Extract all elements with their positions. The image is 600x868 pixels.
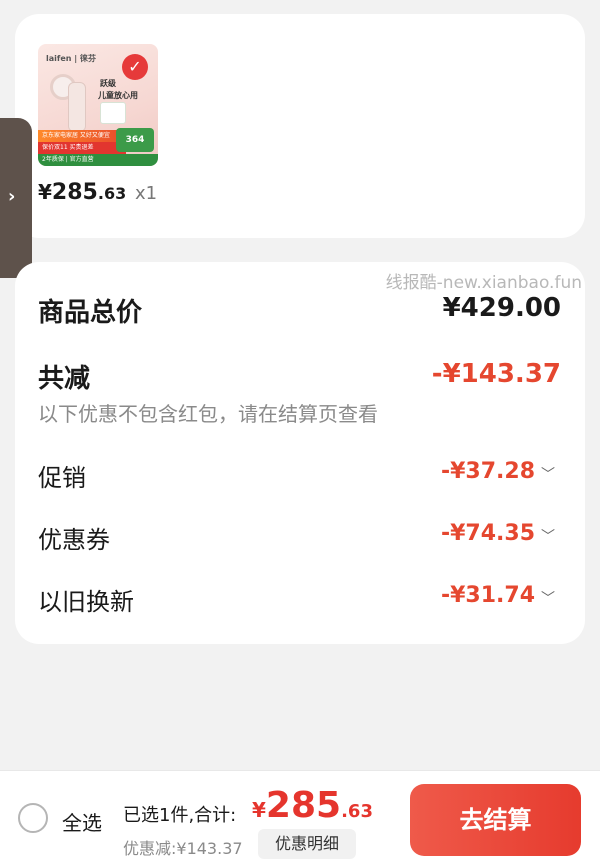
trade-in-value[interactable]: -¥31.74 (441, 583, 535, 608)
discount-summary: 优惠减:¥143.37 (123, 839, 243, 858)
total-price-label: 商品总价 (38, 298, 143, 328)
watermark: 线报酷-new.xianbao.fun (385, 273, 582, 293)
thumbnail-brand: laifen | 徕芬 (46, 54, 96, 63)
select-all-label[interactable]: 全选 (62, 807, 102, 836)
product-price-int: 285 (51, 180, 98, 205)
product-price-currency: ¥ (38, 180, 52, 204)
trade-in-label: 以旧换新 (38, 588, 134, 616)
promo-value[interactable]: -¥37.28 (441, 459, 535, 484)
thumbnail-badge: 364 (116, 128, 154, 152)
thumbnail-banner-3: 2年质保 | 官方直营 (38, 154, 158, 166)
price-summary-card: 商品总价 ¥429.00 共减 -¥143.37 以下优惠不包含红包，请在结算页… (15, 262, 585, 644)
product-price: ¥285.63 (38, 180, 126, 205)
product-price-dec: .63 (97, 184, 127, 203)
thumbnail-headline-1: 跃级 (100, 79, 116, 88)
check-badge-icon: ✓ (122, 54, 148, 80)
thumbnail-mini-card (100, 102, 126, 124)
chevron-right-icon: › (8, 186, 16, 207)
chevron-down-icon[interactable]: ﹀ (541, 588, 555, 608)
discount-detail-button[interactable]: 优惠明细 (258, 829, 356, 859)
total-price-value: ¥429.00 (442, 293, 561, 323)
total-price: ¥285.63 (252, 785, 373, 826)
selected-total-label: 已选1件,合计: (123, 805, 237, 826)
total-price-dec: .63 (341, 801, 373, 822)
reduction-label: 共减 (38, 364, 91, 394)
total-price-currency: ¥ (252, 798, 266, 822)
checkout-button[interactable]: 去结算 (410, 784, 581, 856)
thumbnail-banner-1: 京东家电家居 又好又便宜 (38, 130, 124, 142)
hair-dryer-body-illustration (68, 82, 86, 132)
product-card: laifen | 徕芬 ✓ 跃级 儿童放心用 京东家电家居 又好又便宜 保价双1… (15, 14, 585, 238)
reduction-note: 以下优惠不包含红包，请在结算页查看 (38, 402, 378, 426)
coupon-label: 优惠券 (38, 526, 110, 554)
chevron-down-icon[interactable]: ﹀ (541, 526, 555, 546)
product-quantity: x1 (135, 183, 158, 204)
promo-label: 促销 (38, 464, 86, 492)
reduction-value: -¥143.37 (431, 359, 561, 389)
select-all-checkbox[interactable] (18, 803, 48, 833)
side-panel-handle[interactable]: › (0, 118, 32, 278)
thumbnail-banner-2: 保价双11 买贵退差 (38, 142, 126, 154)
checkout-bar: 全选 已选1件,合计: ¥285.63 优惠减:¥143.37 优惠明细 去结算 (0, 770, 600, 868)
coupon-value[interactable]: -¥74.35 (441, 521, 535, 546)
total-price-int: 285 (265, 785, 342, 826)
thumbnail-headline-2: 儿童放心用 (98, 91, 138, 100)
product-thumbnail[interactable]: laifen | 徕芬 ✓ 跃级 儿童放心用 京东家电家居 又好又便宜 保价双1… (38, 44, 158, 166)
chevron-down-icon[interactable]: ﹀ (541, 464, 555, 484)
